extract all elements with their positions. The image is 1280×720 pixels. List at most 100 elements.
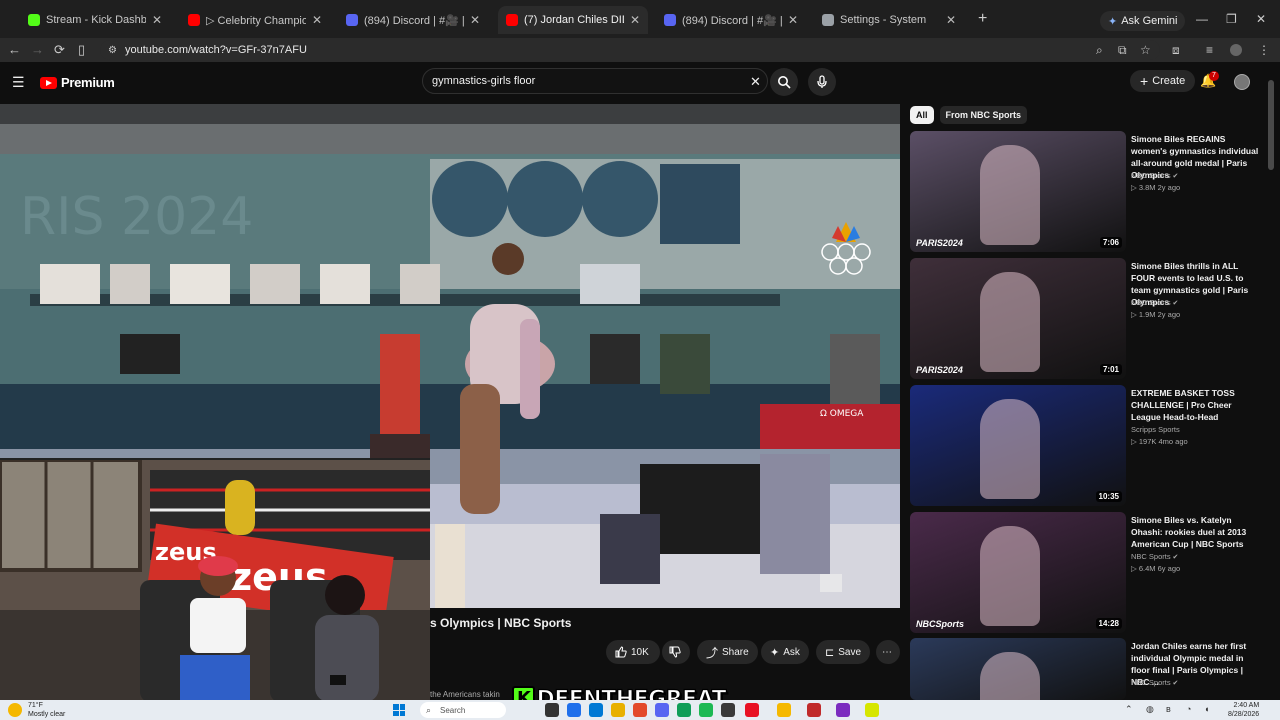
browser-tab[interactable]: Stream - Kick Dashboard ✕	[20, 6, 170, 34]
search-button[interactable]	[770, 68, 798, 96]
new-tab-button[interactable]: +	[978, 10, 987, 28]
back-icon[interactable]: ←	[8, 42, 21, 57]
youtube-logo[interactable]: Premium	[40, 75, 115, 90]
share-button[interactable]: ⤴ Share	[697, 640, 758, 664]
recommended-video[interactable]: 10:35 EXTREME BASKET TOSS CHALLENGE | Pro…	[910, 385, 1270, 507]
close-tab-icon[interactable]: ✕	[312, 13, 322, 27]
recommended-video[interactable]: PARIS2024 7:01 Simone Biles thrills in ALL…	[910, 258, 1270, 380]
dislike-button[interactable]	[662, 640, 690, 664]
notification-count-badge: 7	[1209, 71, 1219, 81]
channel-name[interactable]: NBC Sports ✔	[1131, 678, 1178, 687]
taskbar-search[interactable]: ⌕ Search	[420, 702, 506, 718]
channel-name[interactable]: NBC Sports ✔	[1131, 298, 1178, 307]
profile-avatar[interactable]	[1230, 44, 1242, 56]
chrome-icon[interactable]	[677, 703, 691, 717]
views-icon: ▷	[1131, 183, 1139, 192]
views-icon: ▷	[1131, 437, 1139, 446]
network-icon[interactable]: ◍	[1146, 704, 1154, 715]
create-button[interactable]: + Create	[1130, 70, 1196, 92]
close-window-icon[interactable]: ✕	[1256, 12, 1266, 26]
close-tab-icon[interactable]: ✕	[470, 13, 480, 27]
video-thumbnail[interactable]: PARIS2024 7:06	[910, 131, 1126, 252]
more-actions-button[interactable]: ⋯	[876, 640, 900, 664]
app-icon-4[interactable]	[745, 703, 759, 717]
video-thumbnail[interactable]: PARIS2024 7:01	[910, 258, 1126, 379]
side-panel-icon[interactable]: ▯	[78, 42, 85, 58]
ask-button[interactable]: ✦ Ask	[761, 640, 809, 664]
duration-badge: 7:01	[1099, 364, 1122, 375]
zoom-icon[interactable]: ⌕	[1096, 43, 1103, 58]
maximize-icon[interactable]: ❐	[1226, 12, 1237, 26]
edge-icon[interactable]	[589, 703, 603, 717]
weather-icon[interactable]	[8, 703, 22, 717]
app-icon-5[interactable]	[807, 703, 821, 717]
address-bar[interactable]: ⚙ youtube.com/watch?v=GFr-37n7AFU	[100, 40, 1160, 60]
extensions-icon[interactable]: ⧈	[1172, 43, 1180, 58]
app-icon-6[interactable]	[836, 703, 850, 717]
file-explorer-icon[interactable]	[611, 703, 625, 717]
app-icon-2[interactable]	[633, 703, 647, 717]
video-thumbnail[interactable]: 10:35	[910, 385, 1126, 506]
recommended-title[interactable]: Simone Biles vs. Katelyn Ohashi: rookies…	[1131, 514, 1261, 550]
save-button[interactable]: ⊏ Save	[816, 640, 871, 664]
recommended-title[interactable]: EXTREME BASKET TOSS CHALLENGE | Pro Chee…	[1131, 387, 1261, 423]
page-scrollbar[interactable]	[1268, 70, 1274, 690]
browser-tab[interactable]: (7) Jordan Chiles DID HER THIN ✕	[498, 6, 648, 34]
recommended-video[interactable]: NBCSports 14:28 Simone Biles vs. Katelyn O…	[910, 512, 1270, 634]
search-input[interactable]: gymnastics-girls floor	[422, 68, 768, 94]
app-icon-7[interactable]	[865, 703, 879, 717]
ask-gemini-button[interactable]: ✦ Ask Gemini	[1100, 11, 1186, 31]
voice-search-button[interactable]	[808, 68, 836, 96]
recommended-video[interactable]: Jordan Chiles earns her first individual…	[910, 638, 1270, 700]
spotify-icon[interactable]	[699, 703, 713, 717]
close-tab-icon[interactable]: ✕	[152, 13, 162, 27]
browser-tab[interactable]: ▷ Celebrity Championship Box ✕	[180, 6, 330, 34]
video-thumbnail[interactable]: NBCSports 14:28	[910, 512, 1126, 633]
wifi-icon[interactable]: ◔	[1186, 704, 1191, 714]
close-tab-icon[interactable]: ✕	[630, 13, 640, 27]
start-button[interactable]	[393, 704, 405, 716]
filter-chip[interactable]: All	[910, 106, 934, 124]
minimize-icon[interactable]: —	[1196, 12, 1208, 26]
reload-icon[interactable]: ⟳	[54, 42, 65, 58]
filter-chip[interactable]: From NBC Sports	[939, 106, 1028, 124]
system-clock[interactable]: 2:40 AM 8/28/2026	[1228, 701, 1259, 719]
volume-icon[interactable]: ◖	[1204, 704, 1209, 714]
media-icon[interactable]: ≡	[1206, 43, 1213, 57]
forward-icon[interactable]: →	[31, 42, 44, 57]
task-view-icon[interactable]	[545, 703, 559, 717]
svg-text:RIS 2024: RIS 2024	[20, 187, 253, 247]
view-count: 6.4M	[1138, 564, 1156, 573]
youtube-play-icon	[40, 76, 57, 89]
close-tab-icon[interactable]: ✕	[946, 13, 956, 27]
search-query: gymnastics-girls floor	[432, 75, 536, 87]
folder-icon[interactable]	[777, 703, 791, 717]
duration-badge: 7:06	[1099, 237, 1122, 248]
bluetooth-icon[interactable]: ʙ	[1166, 704, 1171, 714]
browser-tab[interactable]: Settings - System ✕	[814, 6, 964, 34]
bookmark-star-icon[interactable]: ☆	[1140, 43, 1151, 57]
description-preview[interactable]: the Americans takin	[430, 690, 500, 699]
weather-widget[interactable]: 71°F Mostly clear	[28, 701, 65, 719]
browser-menu-icon[interactable]: ⋮	[1258, 43, 1270, 57]
close-tab-icon[interactable]: ✕	[788, 13, 798, 27]
app-icon-1[interactable]	[567, 703, 581, 717]
channel-name[interactable]: NBC Sports ✔	[1131, 552, 1178, 561]
cast-icon[interactable]: ⧉	[1118, 43, 1127, 58]
duration-badge: 14:28	[1095, 618, 1122, 629]
tray-chevron-icon[interactable]: ⌃	[1125, 704, 1133, 715]
clear-search-icon[interactable]: ✕	[750, 74, 761, 90]
browser-tab[interactable]: (894) Discord | #🎥 | reactions ✕	[656, 6, 806, 34]
browser-tab[interactable]: (894) Discord | #🎥 | reactions ✕	[338, 6, 488, 34]
recommended-video[interactable]: PARIS2024 7:06 Simone Biles REGAINS women'…	[910, 131, 1270, 253]
discord-taskbar-icon[interactable]	[655, 703, 669, 717]
like-button[interactable]: 10K	[606, 640, 660, 664]
site-info-icon[interactable]: ⚙	[108, 45, 117, 56]
account-avatar[interactable]	[1234, 74, 1250, 90]
menu-icon[interactable]: ☰	[12, 74, 25, 91]
channel-name[interactable]: NBC Sports ✔	[1131, 171, 1178, 180]
channel-name[interactable]: Scripps Sports	[1131, 425, 1180, 434]
app-icon-3[interactable]	[721, 703, 735, 717]
scrollbar-thumb[interactable]	[1268, 80, 1274, 170]
video-thumbnail[interactable]	[910, 638, 1126, 700]
